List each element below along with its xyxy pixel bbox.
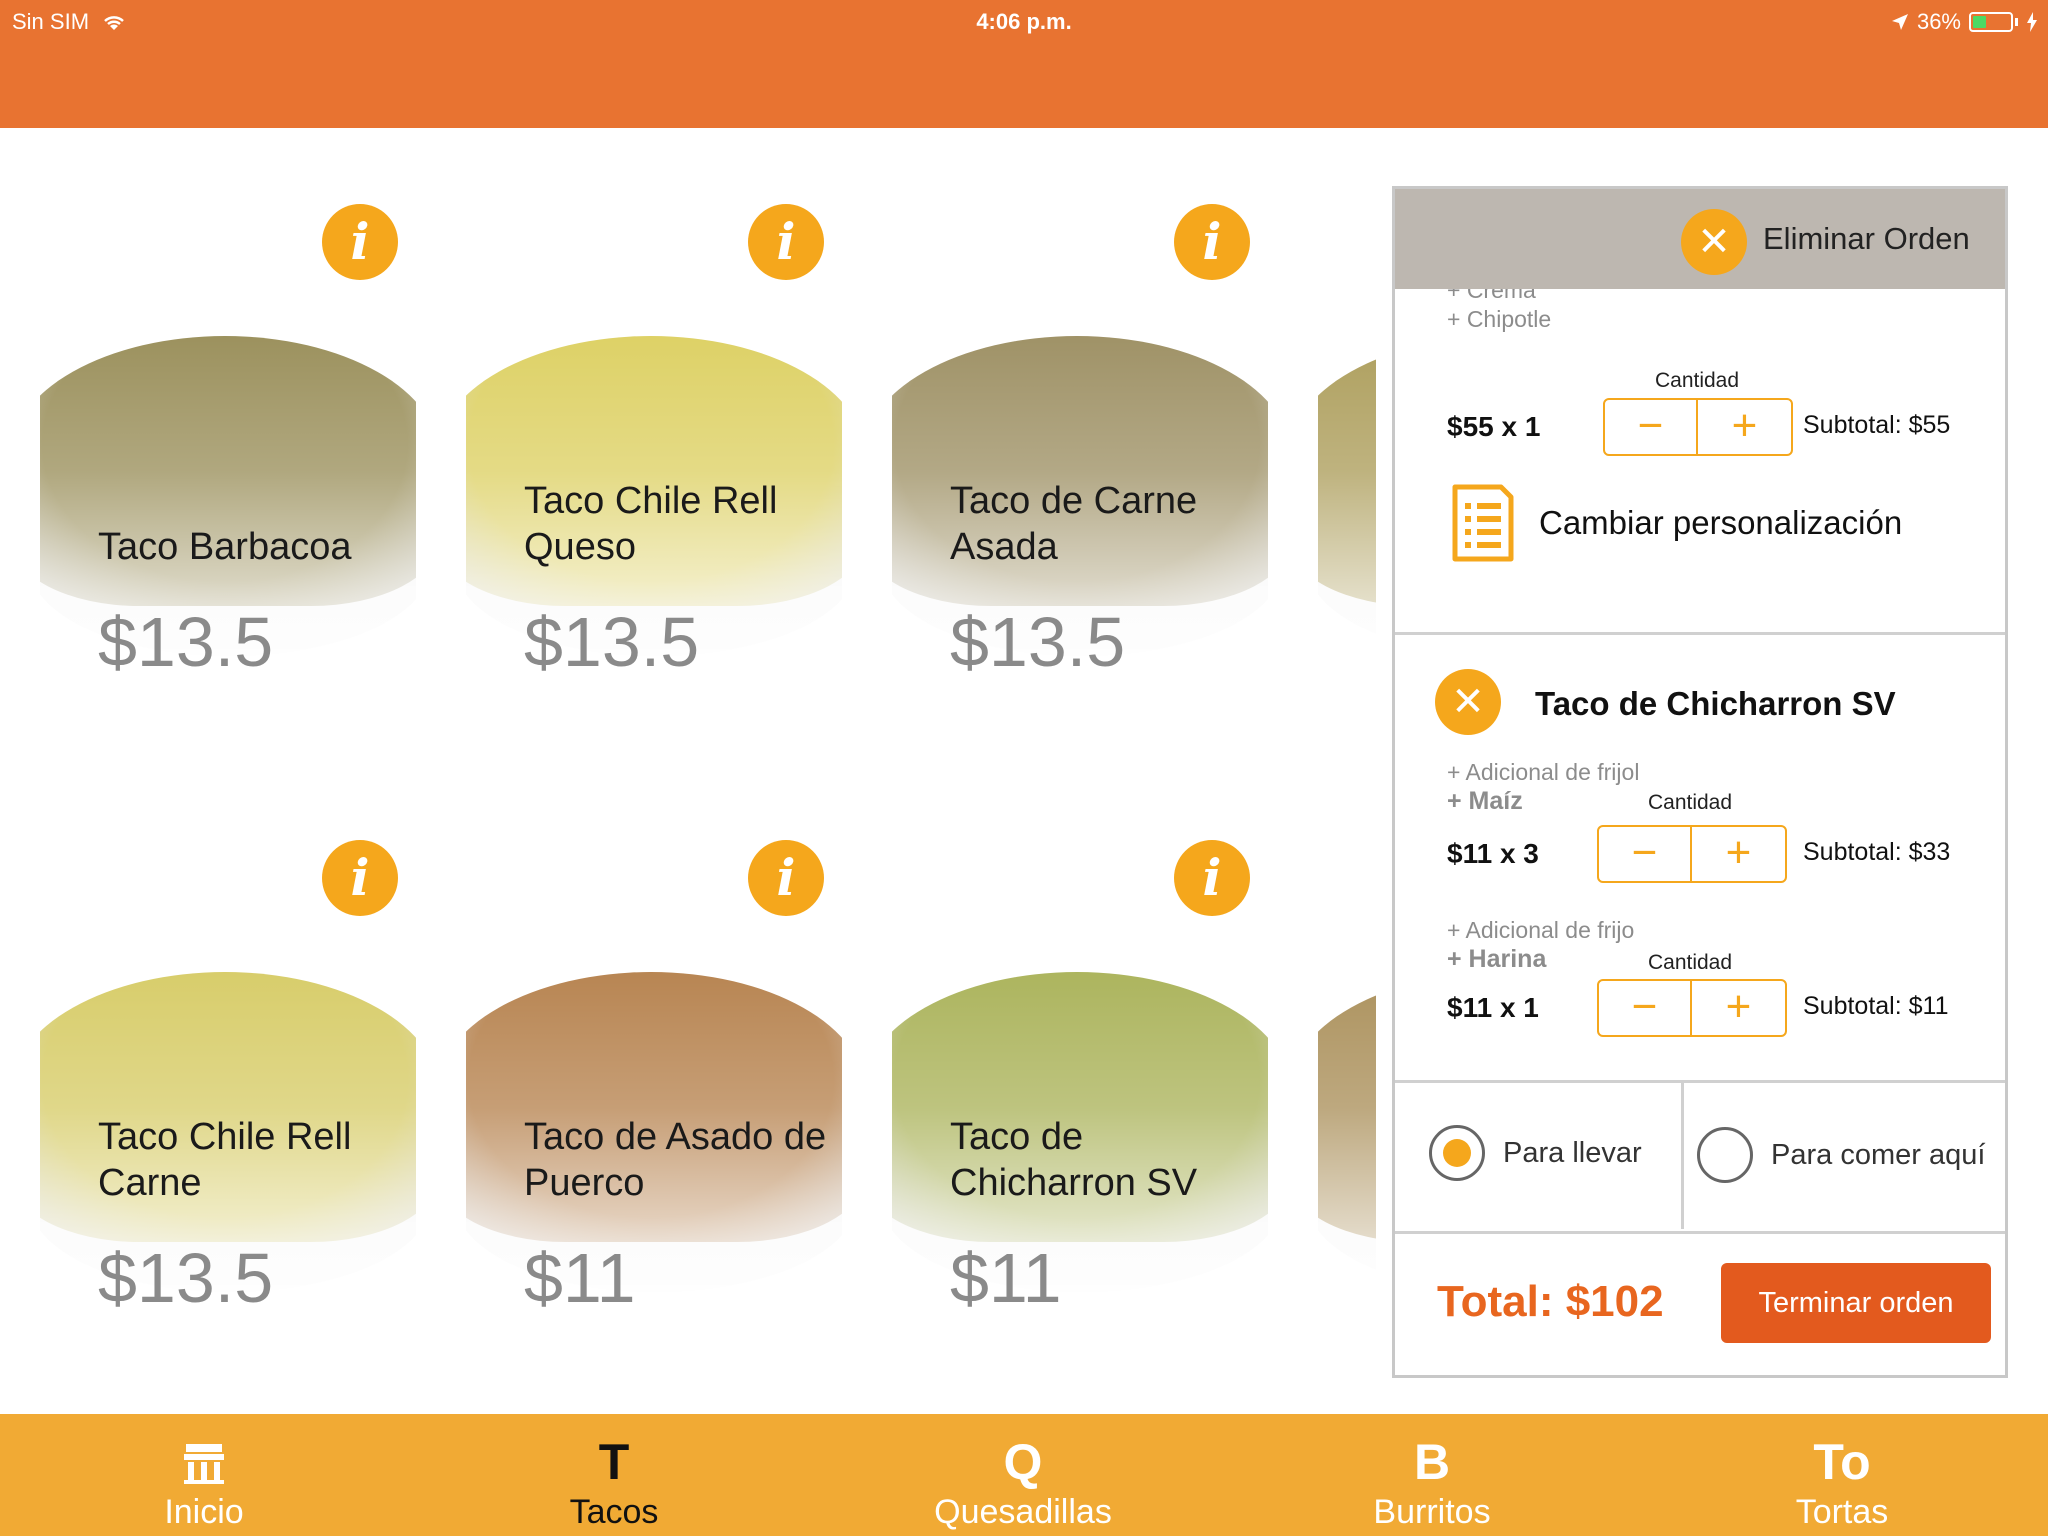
product-card[interactable]: Taco de Asado de Puerco $11 i [466,822,842,1342]
photo-fade [1318,822,1376,1342]
product-name: Taco Chile Rell Carne [98,1116,352,1204]
order-type-dine-in[interactable]: Para comer aquí [1697,1127,1985,1183]
tab-label: Quesadillas [934,1493,1112,1531]
product-name: Taco de Chicharron SV [950,1116,1198,1204]
order-type-to-go[interactable]: Para llevar [1429,1125,1642,1181]
tab-label: Tortas [1795,1493,1889,1531]
remove-item-button[interactable]: ✕ [1435,669,1501,735]
tab-tacos[interactable]: T Tacos [464,1414,764,1536]
product-name: Taco de Carne Asada [950,480,1198,568]
quantity-stepper: − + [1603,398,1793,456]
decrement-button[interactable]: − [1599,827,1692,881]
order-panel-header: ✕ Eliminar Orden [1395,189,2005,289]
product-price: $11 [524,1239,636,1317]
tab-burritos[interactable]: B Burritos [1282,1414,1582,1536]
modifier-line: + Adicional de frijo [1447,917,1635,943]
tab-label: Inicio [164,1493,244,1531]
radio-to-go[interactable] [1429,1125,1485,1181]
battery-nub [2015,18,2018,26]
unit-price-line: $55 x 1 [1447,411,1541,442]
product-card[interactable]: Taco Chile Rell Queso $13.5 i [466,186,842,706]
change-customization-button[interactable]: Cambiar personalización [1449,483,1902,563]
product-card[interactable]: Taco de Chicharron SV $11 i [892,822,1268,1342]
quantity-stepper: − + [1597,979,1787,1037]
info-icon[interactable]: i [748,840,824,916]
info-icon[interactable]: i [322,840,398,916]
product-name: Taco de Asado de Puerco [524,1116,827,1204]
product-card[interactable]: Taco de Carne Asada $13.5 i [892,186,1268,706]
change-customization-label: Cambiar personalización [1539,504,1903,541]
product-price: $13.5 [524,603,700,681]
modifier-line: + Chipotle [1447,306,1552,332]
order-panel: + Crema + Chipotle Cantidad $55 x 1 − + … [1392,186,2008,1378]
photo-fade [1318,186,1376,706]
tab-label: Tacos [569,1493,659,1531]
radio-selected-dot [1443,1139,1471,1167]
tacos-letter-icon: T [598,1434,630,1490]
tab-tortas[interactable]: To Tortas [1692,1414,1992,1536]
decrement-button[interactable]: − [1605,400,1698,454]
increment-button[interactable]: + [1692,981,1785,1035]
quantity-label: Cantidad [1647,951,1733,974]
quantity-label: Cantidad [1647,791,1733,814]
unit-price-line: $11 x 1 [1447,992,1539,1023]
app-root: { "status_bar": { "carrier": "Sin SIM", … [0,0,2048,1536]
product-price: $13.5 [950,603,1126,681]
product-card-partial[interactable] [1318,822,1376,1342]
product-price: $13.5 [98,603,274,681]
unit-price-line: $11 x 3 [1447,838,1539,869]
dine-in-label: Para comer aquí [1771,1138,1986,1171]
quantity-label: Cantidad [1654,369,1740,392]
document-list-icon [1452,484,1514,562]
modifier-line: + Adicional de frijol [1447,759,1640,785]
order-total: Total: $102 [1437,1277,1664,1326]
product-price: $13.5 [98,1239,274,1317]
battery-icon [1969,12,2013,32]
base-modifier: + Harina [1447,945,1547,973]
total-divider [1395,1231,2005,1234]
info-icon[interactable]: i [748,204,824,280]
info-icon[interactable]: i [1174,840,1250,916]
quantity-stepper: − + [1597,825,1787,883]
base-modifier: + Maíz [1447,787,1523,815]
clear-order-icon[interactable]: ✕ [1681,209,1747,275]
tab-inicio[interactable]: Inicio [54,1414,354,1536]
increment-button[interactable]: + [1692,827,1785,881]
radio-dine-in[interactable] [1697,1127,1753,1183]
subtotal-text: Subtotal: $55 [1803,411,1951,439]
order-type-divider [1395,1080,2005,1083]
info-icon[interactable]: i [1174,204,1250,280]
burritos-letter-icon: B [1413,1434,1451,1490]
decrement-button[interactable]: − [1599,981,1692,1035]
cart-item-title: Taco de Chicharron SV [1535,685,1896,722]
product-grid: Taco Barbacoa $13.5 i Taco Chile Rell Qu… [0,0,1380,1410]
product-name: Taco Barbacoa [98,526,352,568]
subtotal-text: Subtotal: $33 [1803,838,1951,866]
increment-button[interactable]: + [1698,400,1791,454]
location-arrow-icon [1891,14,1908,30]
bottom-tab-bar: Inicio T Tacos Q Quesadillas B Burritos … [0,1414,2048,1536]
info-icon[interactable]: i [322,204,398,280]
order-type-separator [1681,1083,1684,1229]
clear-order-button[interactable]: Eliminar Orden [1763,221,1970,257]
tortas-letter-icon: To [1813,1434,1871,1490]
finish-order-button[interactable]: Terminar orden [1721,1263,1991,1343]
product-card[interactable]: Taco Chile Rell Carne $13.5 i [40,822,416,1342]
product-card[interactable]: Taco Barbacoa $13.5 i [40,186,416,706]
product-price: $11 [950,1239,1062,1317]
battery-level-fill [1973,16,1986,28]
item-divider [1395,632,2005,635]
charging-bolt-icon [2027,12,2037,32]
tab-label: Burritos [1373,1493,1491,1531]
product-name: Taco Chile Rell Queso [524,480,778,568]
tab-quesadillas[interactable]: Q Quesadillas [873,1414,1173,1536]
product-card-partial[interactable] [1318,186,1376,706]
status-right: 36% [1891,9,2038,35]
battery-percent: 36% [1916,9,1961,34]
subtotal-text: Subtotal: $11 [1803,992,1949,1020]
quesadillas-letter-icon: Q [1003,1434,1043,1490]
storefront-icon [54,1432,354,1492]
to-go-label: Para llevar [1503,1136,1642,1169]
